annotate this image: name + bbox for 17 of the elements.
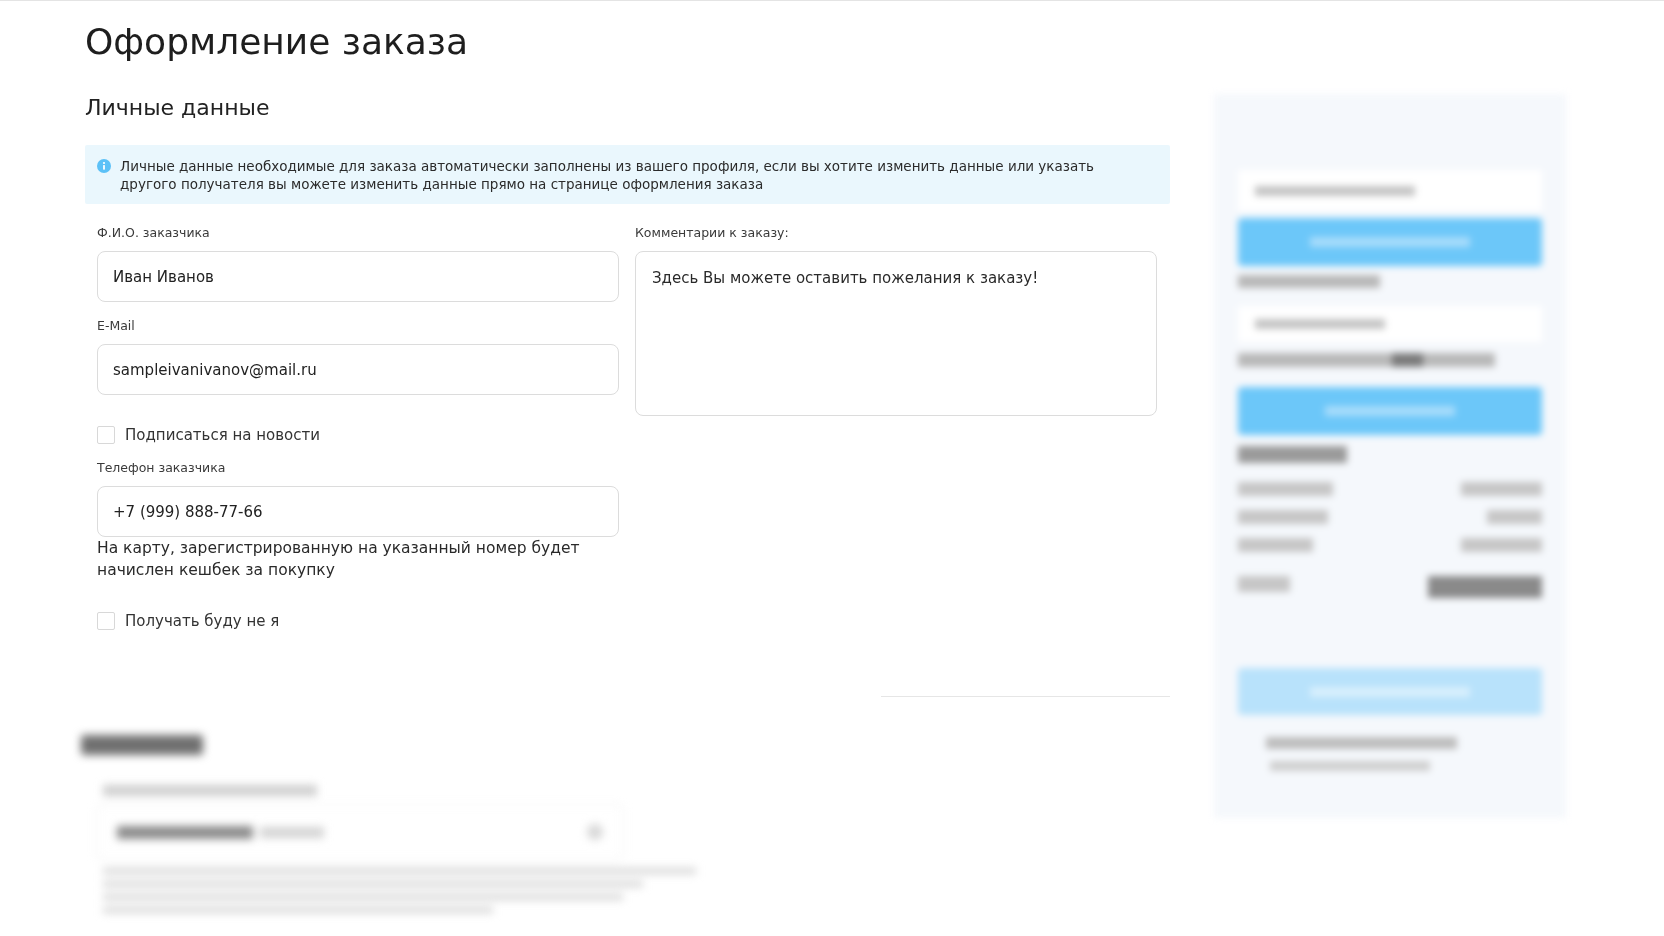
checkbox-label[interactable]: Получать буду не я xyxy=(125,612,280,630)
checkbox-label[interactable]: Подписаться на новости xyxy=(125,426,320,444)
field-label: E-Mail xyxy=(97,318,135,334)
comment-textarea[interactable]: Здесь Вы можете оставить пожелания к заказу! xyxy=(635,251,1157,416)
checkbox[interactable] xyxy=(97,612,115,630)
field-hint: На карту, зарегистрированную на указанный номер будет начислен кешбек за покупку xyxy=(97,538,581,581)
checkbox[interactable] xyxy=(97,426,115,444)
section-heading: Личные данные xyxy=(85,94,270,122)
text-input[interactable]: Иван Иванов xyxy=(97,251,619,302)
field-label: Комментарии к заказу: xyxy=(635,225,789,241)
info-text: Личные данные необходимые для заказа автоматически заполнены из вашего профиля, если вы хотите изменить данные или указать другого получателя вы можете изменить данные прямо на странице оформления заказа xyxy=(120,157,1096,193)
field-label: Телефон заказчика xyxy=(97,460,226,476)
info-icon xyxy=(97,159,111,173)
field-label: Ф.И.О. заказчика xyxy=(97,225,210,241)
text-input[interactable]: sampleivanivanov@mail.ru xyxy=(97,344,619,395)
page-title: Оформление заказа xyxy=(85,20,469,64)
text-input[interactable]: +7 (999) 888-77-66 xyxy=(97,486,619,537)
